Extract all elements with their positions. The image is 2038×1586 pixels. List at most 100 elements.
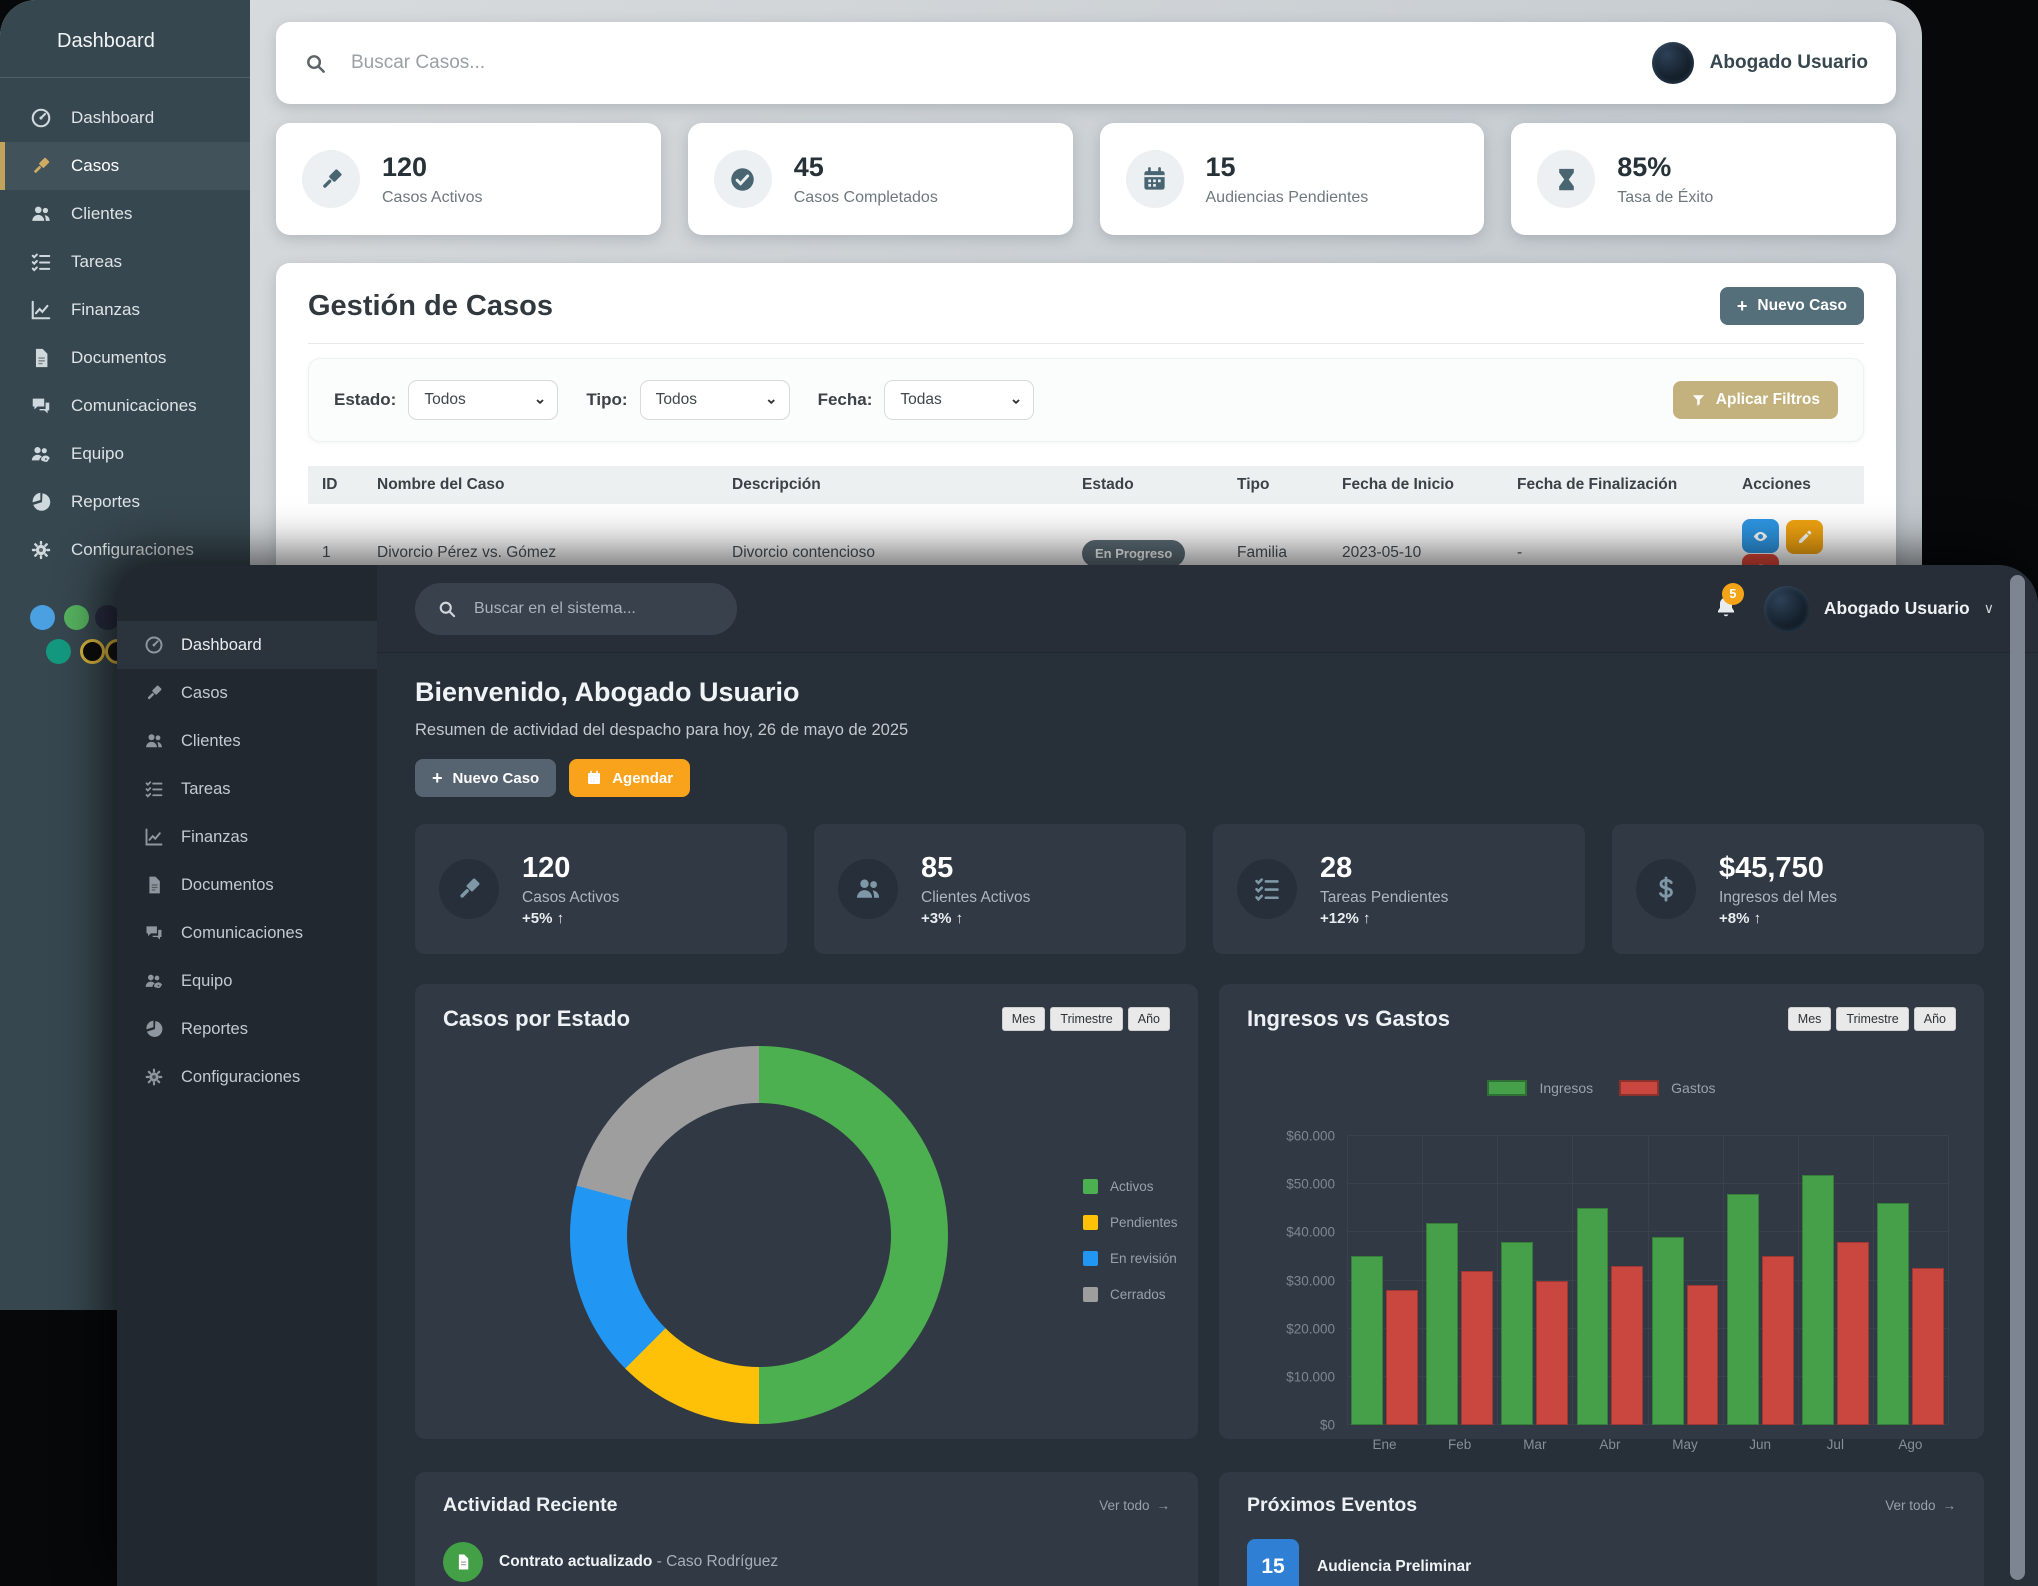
sidebar-item-configuraciones[interactable]: Configuraciones — [117, 1053, 377, 1101]
legend-swatch — [1083, 1179, 1098, 1194]
search-input[interactable] — [351, 52, 851, 74]
funnel-icon — [1691, 393, 1706, 408]
theme-dot-teal[interactable] — [46, 639, 71, 664]
legend-swatch — [1083, 1251, 1098, 1266]
section-title: Próximos Eventos — [1247, 1494, 1417, 1517]
dark-topbar: 5 Abogado Usuario ∨ — [377, 565, 2038, 653]
sidebar-item-clientes[interactable]: Clientes — [117, 717, 377, 765]
hourglass-icon — [1553, 166, 1580, 193]
new-case-button[interactable]: + Nuevo Caso — [415, 759, 556, 797]
sidebar-item-casos[interactable]: Casos — [0, 142, 250, 190]
bar-chart: $0$10.000$20.000$30.000$40.000$50.000$60… — [1347, 1136, 1948, 1425]
new-case-button[interactable]: + Nuevo Caso — [1720, 287, 1864, 325]
period-button-ano[interactable]: Año — [1128, 1007, 1170, 1031]
bar-gastos-ene — [1386, 1290, 1418, 1425]
sidebar-item-label: Dashboard — [71, 108, 154, 128]
stat-card-casos-activos: 120 Casos Activos +5% ↑ — [415, 824, 787, 954]
sidebar-item-equipo[interactable]: Equipo — [117, 957, 377, 1005]
stat-value: 45 — [794, 152, 938, 183]
theme-dot-green[interactable] — [64, 605, 89, 630]
bar-ingresos-ago — [1877, 1203, 1909, 1425]
sidebar-item-equipo[interactable]: Equipo — [0, 430, 250, 478]
legend-item-en-revision: En revisión — [1083, 1251, 1178, 1266]
sidebar-item-dashboard[interactable]: Dashboard — [0, 94, 250, 142]
scrollbar[interactable] — [2010, 575, 2025, 1580]
arrow-up-icon: ↑ — [1754, 910, 1762, 927]
screen: Dashboard Dashboard Casos Clientes Tarea… — [0, 0, 2038, 1586]
y-tick-label: $60.000 — [1255, 1129, 1335, 1144]
gridline — [1497, 1136, 1498, 1425]
filter-label: Estado: — [334, 390, 396, 410]
sidebar-item-reportes[interactable]: Reportes — [117, 1005, 377, 1053]
table-header-row: IDNombre del CasoDescripciónEstadoTipoFe… — [308, 466, 1864, 504]
divider — [308, 343, 1864, 344]
analytics-dashboard-window: Dashboard Casos Clientes Tareas Finanzas… — [117, 565, 2038, 1586]
user-menu[interactable]: Abogado Usuario — [1652, 42, 1868, 84]
sidebar-item-clientes[interactable]: Clientes — [0, 190, 250, 238]
tasks-icon — [30, 251, 52, 273]
event-title: Audiencia Preliminar — [1317, 1558, 1471, 1576]
bar-gastos-ago — [1912, 1268, 1944, 1425]
sidebar-item-dashboard[interactable]: Dashboard — [117, 621, 377, 669]
sidebar-item-comunicaciones[interactable]: Comunicaciones — [0, 382, 250, 430]
period-button-ano[interactable]: Año — [1914, 1007, 1956, 1031]
sidebar-item-finanzas[interactable]: Finanzas — [117, 813, 377, 861]
eye-icon — [1752, 528, 1769, 545]
period-button-trimestre[interactable]: Trimestre — [1050, 1007, 1122, 1031]
tasks-icon — [144, 779, 164, 799]
sidebar-item-tareas[interactable]: Tareas — [0, 238, 250, 286]
theme-dot-blue[interactable] — [30, 605, 55, 630]
sidebar-item-label: Clientes — [181, 732, 241, 751]
period-button-mes[interactable]: Mes — [1002, 1007, 1046, 1031]
stat-card-tareas-pendientes: 28 Tareas Pendientes +12% ↑ — [1213, 824, 1585, 954]
user-name: Abogado Usuario — [1824, 598, 1970, 619]
event-item: 15 Audiencia Preliminar — [1247, 1539, 1956, 1586]
view-button[interactable] — [1742, 519, 1779, 553]
user-menu[interactable]: Abogado Usuario ∨ — [1764, 586, 1994, 632]
filter-select-tipo-[interactable]: Todos ⌄ — [640, 380, 790, 420]
period-button-mes[interactable]: Mes — [1788, 1007, 1832, 1031]
filter-estado-: Estado: Todos ⌄ — [334, 380, 558, 420]
search-input[interactable] — [474, 600, 704, 618]
gridline — [1648, 1136, 1649, 1425]
legend-label: Gastos — [1671, 1080, 1715, 1096]
event-day: 15 — [1247, 1539, 1299, 1586]
stat-card-audiencias-pendientes: 15 Audiencias Pendientes — [1100, 123, 1485, 235]
chevron-down-icon: ∨ — [1984, 600, 1994, 617]
sidebar-item-documentos[interactable]: Documentos — [0, 334, 250, 382]
period-button-trimestre[interactable]: Trimestre — [1836, 1007, 1908, 1031]
column-header-estado: Estado — [1068, 466, 1223, 504]
sidebar-item-comunicaciones[interactable]: Comunicaciones — [117, 909, 377, 957]
column-header-acciones: Acciones — [1728, 466, 1864, 504]
legend-label: Cerrados — [1110, 1287, 1166, 1302]
theme-dot-black[interactable] — [80, 639, 105, 664]
legend-swatch — [1083, 1215, 1098, 1230]
see-all-link[interactable]: Ver todo → — [1885, 1498, 1956, 1513]
legend-swatch — [1487, 1080, 1527, 1096]
bar-gastos-feb — [1461, 1271, 1493, 1425]
stat-label: Casos Activos — [522, 889, 619, 907]
sidebar-item-reportes[interactable]: Reportes — [0, 478, 250, 526]
notification-badge: 5 — [1722, 583, 1744, 605]
apply-filters-button[interactable]: Aplicar Filtros — [1673, 381, 1838, 419]
notifications-button[interactable]: 5 — [1714, 595, 1740, 623]
filter-select-estado-[interactable]: Todos ⌄ — [408, 380, 558, 420]
team-icon — [30, 443, 52, 465]
arrow-right-icon: → — [1157, 1499, 1171, 1513]
sidebar-item-label: Finanzas — [181, 828, 248, 847]
sidebar-item-documentos[interactable]: Documentos — [117, 861, 377, 909]
y-tick-label: $0 — [1255, 1418, 1335, 1433]
edit-button[interactable] — [1786, 520, 1823, 554]
schedule-button[interactable]: Agendar — [569, 759, 690, 797]
sidebar-item-casos[interactable]: Casos — [117, 669, 377, 717]
see-all-link[interactable]: Ver todo → — [1099, 1498, 1170, 1513]
avatar — [1652, 42, 1694, 84]
welcome-subtitle: Resumen de actividad del despacho para h… — [415, 721, 1984, 740]
x-tick-label: Jun — [1749, 1437, 1771, 1452]
users-icon — [854, 875, 882, 903]
sidebar-item-finanzas[interactable]: Finanzas — [0, 286, 250, 334]
filter-select-fecha-[interactable]: Todas ⌄ — [884, 380, 1034, 420]
x-tick-label: May — [1672, 1437, 1698, 1452]
sidebar-item-tareas[interactable]: Tareas — [117, 765, 377, 813]
arrow-up-icon: ↑ — [1363, 910, 1371, 927]
